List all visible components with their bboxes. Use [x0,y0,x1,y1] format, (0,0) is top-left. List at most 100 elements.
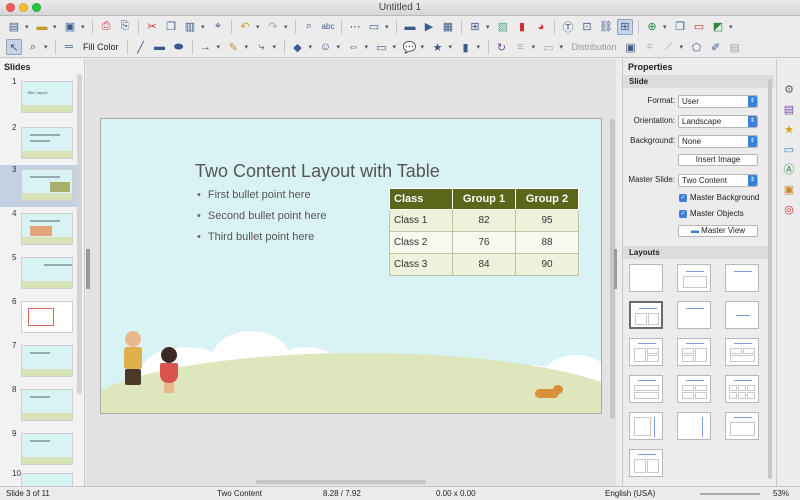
align-icon[interactable]: ≡ [513,39,529,55]
slide-section-header[interactable]: Slide [623,75,774,88]
table-cell[interactable]: Class 3 [389,253,453,276]
slide-thumb-10[interactable]: 10 [0,469,78,486]
crop-icon[interactable]: ⌗ [642,39,658,55]
pie-chart-icon[interactable]: ◕ [533,19,549,35]
layout-vertical-title-chart[interactable] [677,412,711,440]
print-icon[interactable]: ⎘ [117,19,133,35]
slide-thumb-5[interactable]: 5 [0,253,78,293]
layout-centered-text[interactable] [725,301,759,329]
hyperlink-icon[interactable]: ⛓ [598,19,614,35]
zoom-status[interactable]: 53% [773,489,789,498]
open-dropdown-icon[interactable]: ▾ [53,23,59,31]
horizontal-scrollbar[interactable] [256,480,426,484]
layout-title-vertical-text[interactable] [725,412,759,440]
duplicate-slide-icon[interactable]: ❐ [672,19,688,35]
master-slide-icon[interactable]: ▬ [402,19,418,35]
styles-deck-icon[interactable]: Ⓐ [782,163,796,177]
layout-title-2-content-over[interactable] [725,338,759,366]
insert-image-button[interactable]: Insert Image [678,154,758,166]
media-icon[interactable]: ⊡ [579,19,595,35]
arrow-dropdown-icon[interactable]: ▾ [217,43,223,51]
flowchart-icon[interactable]: ▭ [374,39,390,55]
curve-icon[interactable]: ✎ [226,39,242,55]
layout-vertical-title-text[interactable] [629,412,663,440]
properties-deck-icon[interactable]: ⚙ [782,83,796,97]
format-select[interactable]: User ⇕ [678,95,758,108]
properties-scrollbar[interactable] [768,79,772,479]
orientation-select[interactable]: Landscape ⇕ [678,115,758,128]
table-header-cell[interactable]: Class [389,188,453,210]
data-table[interactable]: Class Group 1 Group 2 Class 1 82 95 Clas… [389,188,579,276]
toggle-extrusion-icon[interactable]: ▤ [727,39,743,55]
table-icon[interactable]: ⊞ [467,19,483,35]
zoom-dropdown-icon[interactable]: ▾ [44,43,50,51]
new-slide-icon[interactable]: ⊕ [644,19,660,35]
layout-two-content[interactable] [629,301,663,329]
delete-slide-icon[interactable]: ▭ [691,19,707,35]
master-objects-checkbox[interactable]: ✓ Master Objects [679,209,744,218]
slide-thumb-8[interactable]: 8 [0,385,78,425]
cut-icon[interactable]: ✂ [144,19,160,35]
zoom-icon[interactable]: ⌕ [25,39,41,55]
display-views-icon[interactable]: ▭ [366,19,382,35]
undo-dropdown-icon[interactable]: ▾ [256,23,262,31]
star-dropdown-icon[interactable]: ▾ [449,43,455,51]
rectangle-icon[interactable]: ▬ [152,39,168,55]
slide-title[interactable]: Two Content Layout with Table [195,161,440,182]
master-slides-deck-icon[interactable]: ▤ [782,103,796,117]
new-document-icon[interactable]: ▤ [6,19,22,35]
flowchart-dropdown-icon[interactable]: ▾ [393,43,399,51]
save-dropdown-icon[interactable]: ▾ [81,23,87,31]
fontwork-icon[interactable]: ✐ [708,39,724,55]
slide-thumb-4[interactable]: 4 [0,209,78,249]
star-icon[interactable]: ★ [430,39,446,55]
table-cell[interactable]: Class 2 [389,231,453,254]
slide-thumb-3[interactable]: 3 [0,165,78,207]
basic-shapes-dropdown-icon[interactable]: ▾ [309,43,315,51]
filter-dropdown-icon[interactable]: ▾ [680,43,686,51]
symbol-shapes-dropdown-icon[interactable]: ▾ [337,43,343,51]
layout-title-content-over[interactable] [629,375,663,403]
table-cell[interactable]: 84 [452,253,516,276]
export-pdf-icon[interactable]: ⎙ [98,19,114,35]
table-cell[interactable]: Class 1 [389,209,453,232]
distribution-label[interactable]: Distribution [569,42,620,52]
slide-thumb-1[interactable]: 1 Title Layout [0,77,78,117]
line-arrow-icon[interactable]: → [198,39,214,55]
table-cell[interactable]: 95 [515,209,579,232]
slides-pane-collapse-handle[interactable] [86,249,90,289]
clone-formatting-icon[interactable]: ⌖ [210,19,226,35]
layout-dropdown-icon[interactable]: ▾ [729,23,735,31]
text-box-icon[interactable]: Ⓣ [560,19,576,35]
slide-thumb-7[interactable]: 7 [0,341,78,381]
image-icon[interactable]: ▨ [495,19,511,35]
slide-show-icon[interactable]: ▦ [440,19,456,35]
zoom-slider[interactable] [700,493,760,495]
sidebar-collapse-handle[interactable] [614,249,617,289]
master-name-status[interactable]: Two Content [217,489,262,498]
redo-dropdown-icon[interactable]: ▾ [284,23,290,31]
navigator-deck-icon[interactable]: ◎ [782,203,796,217]
views-dropdown-icon[interactable]: ▾ [385,23,391,31]
select-arrow-icon[interactable]: ↖ [6,39,22,55]
redo-icon[interactable]: ↷ [265,19,281,35]
curve-dropdown-icon[interactable]: ▾ [245,43,251,51]
master-background-checkbox[interactable]: ✓ Master Background [679,193,759,202]
align-dropdown-icon[interactable]: ▾ [532,43,538,51]
table-cell[interactable]: 76 [452,231,516,254]
layout-title-only[interactable] [725,264,759,292]
ellipse-icon[interactable]: ⬬ [171,39,187,55]
bullet-list[interactable]: First bullet point here Second bullet po… [197,189,327,252]
layout-title-2-content-1[interactable] [629,338,663,366]
layout-blank[interactable] [629,264,663,292]
table-dropdown-icon[interactable]: ▾ [486,23,492,31]
layouts-section-header[interactable]: Layouts [623,246,768,259]
master-view-button[interactable]: ▬ Master View [678,225,758,237]
show-draw-functions-icon[interactable]: ⊞ [617,18,633,35]
line-style-icon[interactable]: ═ [61,39,77,55]
table-header-cell[interactable]: Group 1 [452,188,516,210]
layout-title-vertical-2-content[interactable] [629,449,663,477]
arrange-dropdown-icon[interactable]: ▾ [560,43,566,51]
find-replace-icon[interactable]: ⌕ [301,19,317,35]
gallery-deck-icon[interactable]: ▣ [782,183,796,197]
